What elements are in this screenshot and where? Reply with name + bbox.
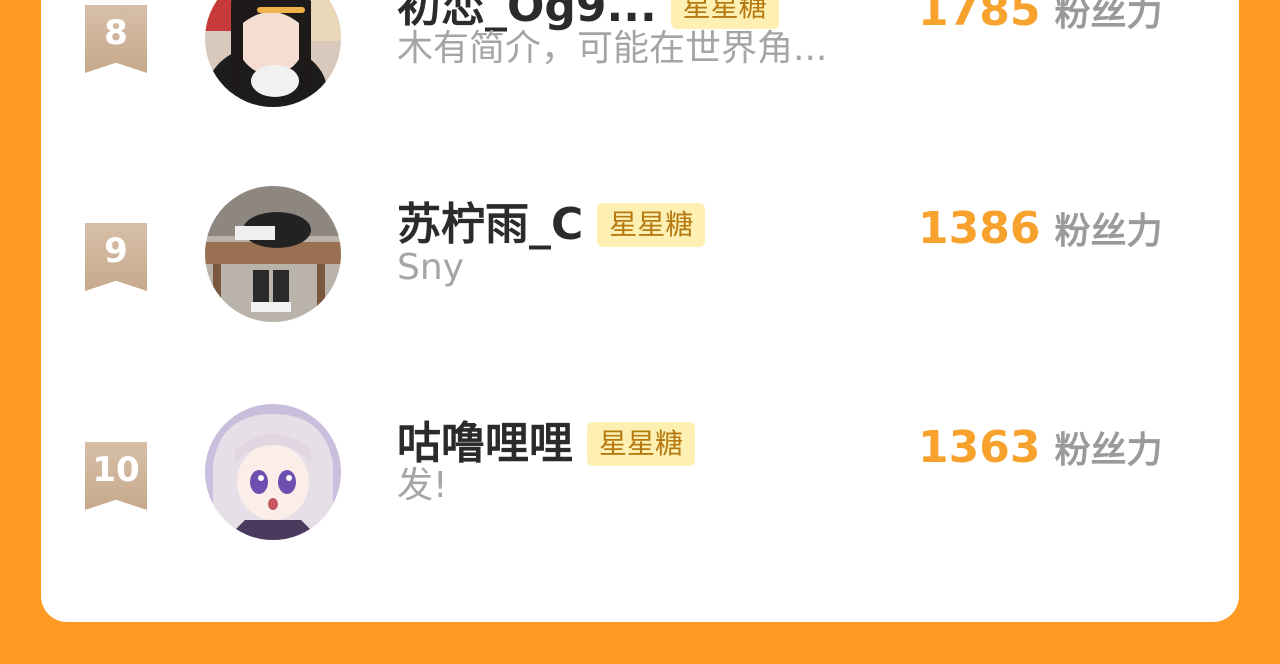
rank-badge: 9 bbox=[85, 223, 147, 291]
rank-number: 9 bbox=[104, 231, 128, 271]
avatar-photo-desk-icon bbox=[205, 186, 341, 322]
ranking-row[interactable]: 10 咕噜哩哩 星星糖 发! 1363 粉丝力 bbox=[41, 404, 1239, 544]
user-name-line: 咕噜哩哩 星星糖 bbox=[397, 418, 696, 470]
score-value: 1386 bbox=[918, 203, 1041, 254]
status-badge: 星星糖 bbox=[597, 203, 706, 247]
avatar-anime-girl-icon bbox=[205, 404, 341, 540]
rank-badge: 10 bbox=[85, 442, 147, 510]
score-value: 1363 bbox=[918, 422, 1041, 473]
score: 1785 粉丝力 bbox=[918, 0, 1162, 40]
status-badge: 星星糖 bbox=[670, 0, 779, 29]
ranking-card: 8 初恋_Og9... 星星糖 木有简介，可能在世界角... 1785 粉丝力 bbox=[41, 0, 1239, 622]
rank-badge: 8 bbox=[85, 5, 147, 73]
score: 1363 粉丝力 bbox=[918, 422, 1162, 477]
avatar[interactable] bbox=[205, 186, 341, 322]
rank-number: 10 bbox=[92, 450, 140, 490]
score-unit: 粉丝力 bbox=[1054, 211, 1163, 252]
score: 1386 粉丝力 bbox=[918, 203, 1162, 258]
user-bio: 木有简介，可能在世界角... bbox=[397, 28, 828, 69]
ranking-row[interactable]: 8 初恋_Og9... 星星糖 木有简介，可能在世界角... 1785 粉丝力 bbox=[41, 0, 1239, 111]
rank-number: 8 bbox=[104, 13, 128, 53]
user-name[interactable]: 咕噜哩哩 bbox=[397, 418, 573, 470]
avatar[interactable] bbox=[205, 0, 341, 107]
user-bio: 发! bbox=[397, 465, 448, 506]
user-bio: Sny bbox=[397, 247, 464, 288]
status-badge: 星星糖 bbox=[587, 422, 696, 466]
avatar-photo-girl-icon bbox=[205, 0, 341, 107]
score-unit: 粉丝力 bbox=[1054, 0, 1163, 34]
ranking-row[interactable]: 9 苏柠雨_C 星星糖 Sny 1386 粉丝力 bbox=[41, 186, 1239, 326]
score-value: 1785 bbox=[918, 0, 1041, 36]
user-name[interactable]: 苏柠雨_C bbox=[397, 199, 583, 251]
score-unit: 粉丝力 bbox=[1054, 430, 1163, 471]
user-name-line: 苏柠雨_C 星星糖 bbox=[397, 199, 706, 251]
avatar[interactable] bbox=[205, 404, 341, 540]
